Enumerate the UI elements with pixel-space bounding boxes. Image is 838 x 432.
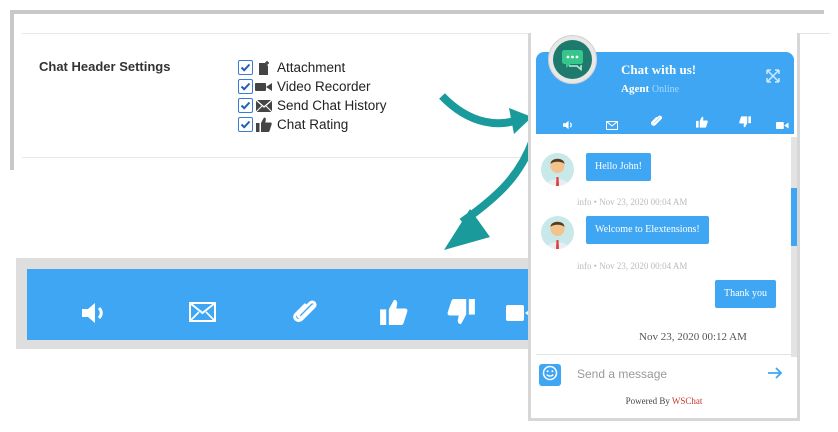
chat-message-user: Thank you [715,280,777,308]
powered-by: Powered By WSChat [625,396,703,406]
expand-icon[interactable] [766,69,780,88]
message-input[interactable] [575,366,759,382]
thumbs-up-icon[interactable] [696,115,708,133]
envelope-icon[interactable] [189,302,216,327]
agent-status: Agent Online [621,83,680,95]
smiley-icon [542,365,558,386]
thumbs-up-icon[interactable] [380,299,408,330]
video-icon[interactable] [776,117,789,135]
scrollbar-thumb[interactable] [791,188,797,246]
chat-timestamp: Nov 23, 2020 00:12 AM [639,331,747,343]
thumbs-down-icon[interactable] [739,115,751,133]
avatar [541,216,574,249]
chat-widget: Chat with us! Agent Online Hello John! i… [528,33,800,421]
widget-avatar [548,35,597,84]
scrollbar[interactable] [791,137,797,357]
arrow-head [444,209,490,250]
chat-message: Hello John! [586,153,651,181]
divider [536,354,794,355]
send-arrow-icon[interactable] [767,366,783,385]
avatar [541,153,574,186]
thumbs-down-icon[interactable] [447,299,475,330]
emoji-button[interactable] [539,364,561,386]
message-meta: info • Nov 23, 2020 00:04 AM [577,261,688,271]
arrow-to-toolbar [459,138,537,226]
envelope-icon[interactable] [605,117,619,135]
chat-bubble-icon [553,40,592,79]
message-meta: info • Nov 23, 2020 00:04 AM [577,197,688,207]
speaker-icon[interactable] [563,117,575,135]
chat-title: Chat with us! [621,62,697,77]
speaker-icon[interactable] [82,302,110,329]
toolbar-zoom-frame [16,258,602,349]
paperclip-icon[interactable] [650,115,663,133]
toolbar-zoom [27,269,590,340]
online-status: Online [651,84,680,95]
paperclip-icon[interactable] [293,299,319,332]
powered-by-brand[interactable]: WSChat [672,396,703,406]
chat-message: Welcome to Elextensions! [586,216,709,244]
